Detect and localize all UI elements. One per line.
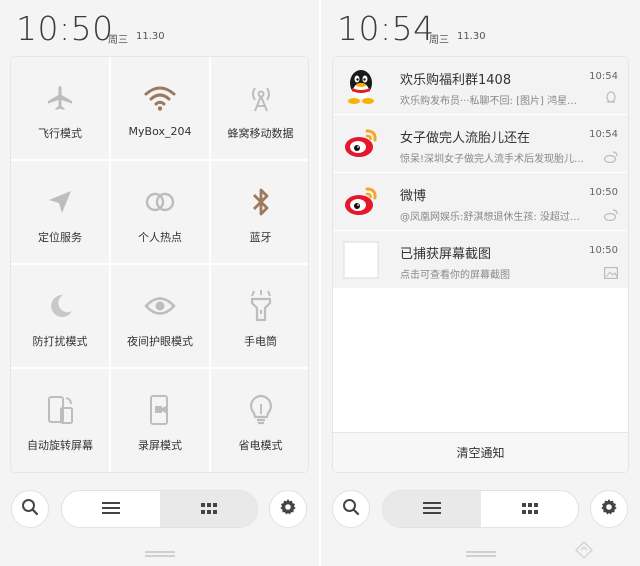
- grid-icon: [201, 500, 217, 519]
- airplane-icon: [11, 81, 109, 115]
- notification-time: 10:54: [589, 71, 618, 82]
- cellular-icon: [211, 81, 308, 115]
- clock: 10:50: [16, 9, 114, 48]
- view-switch: [382, 490, 579, 528]
- image-badge-icon: [604, 264, 619, 280]
- notification-title: 已捕获屏幕截图: [400, 247, 492, 262]
- notification-subtitle: 惊呆!深圳女子做完人流手术后发现胎儿还在: [400, 154, 586, 165]
- grid-icon: [522, 500, 538, 519]
- bottom-bar: [0, 486, 319, 536]
- wifi-icon: [111, 81, 209, 115]
- gear-icon: [600, 498, 618, 520]
- quick-settings-grid: 飞行模式 MyBox_204 蜂窝移动数据 定位服务 个人热点 蓝牙 防打扰模式…: [10, 56, 309, 473]
- toggles-tab[interactable]: [481, 491, 578, 527]
- bluetooth-icon: [211, 185, 308, 219]
- notifications-tab[interactable]: [62, 491, 160, 527]
- notifications-panel: 10:54 周三 11.30 欢乐购福利群1408 欢乐购发布员···私聊不回:…: [321, 0, 640, 566]
- drag-handle[interactable]: [145, 551, 175, 557]
- tile-label: MyBox_204: [128, 125, 192, 138]
- eye-icon: [111, 289, 209, 323]
- notification-title: 欢乐购福利群1408: [400, 73, 512, 88]
- tile-power-saving[interactable]: 省电模式: [211, 369, 308, 472]
- tile-label: 定位服务: [38, 231, 82, 244]
- notification-time: 10:50: [589, 245, 618, 256]
- search-icon: [342, 498, 360, 520]
- weibo-icon: [343, 125, 379, 161]
- tile-airplane-mode[interactable]: 飞行模式: [11, 57, 110, 160]
- drag-handle[interactable]: [466, 551, 496, 557]
- notification-item[interactable]: 微博 @凤凰网娱乐:舒淇想退休生孩: 没超过40岁 10:50: [333, 173, 628, 231]
- screen-record-icon: [111, 393, 209, 427]
- qq-badge-icon: [604, 90, 618, 103]
- list-icon: [423, 500, 441, 519]
- hotspot-icon: [111, 185, 209, 219]
- view-switch: [61, 490, 258, 528]
- weibo-badge-icon: [603, 206, 618, 222]
- notification-list: 欢乐购福利群1408 欢乐购发布员···私聊不回: [图片] 鸿星尔克运动T恤 …: [332, 56, 629, 473]
- status-header: 10:54 周三 11.30: [321, 0, 640, 56]
- weekday: 周三: [429, 35, 449, 46]
- tile-label: 手电筒: [244, 335, 277, 348]
- weekday: 周三: [108, 35, 128, 46]
- tile-label: 飞行模式: [38, 127, 82, 140]
- tile-label: 录屏模式: [138, 439, 182, 452]
- notification-title: 女子做完人流胎儿还在: [400, 131, 531, 146]
- tile-label: 自动旋转屏幕: [27, 439, 93, 452]
- tile-bluetooth[interactable]: 蓝牙: [211, 161, 308, 264]
- bulb-icon: [211, 393, 308, 427]
- weibo-icon: [343, 183, 379, 219]
- gear-icon: [279, 498, 297, 520]
- quick-settings-panel: 10:50 周三 11.30 飞行模式 MyBox_204 蜂窝移动数据 定位服…: [0, 0, 319, 566]
- notification-item[interactable]: 欢乐购福利群1408 欢乐购发布员···私聊不回: [图片] 鸿星尔克运动T恤 …: [333, 57, 628, 115]
- qq-icon: [343, 67, 379, 104]
- tile-label: 个人热点: [138, 231, 182, 244]
- tile-label: 防打扰模式: [32, 335, 88, 348]
- flashlight-icon: [211, 289, 308, 323]
- list-icon: [102, 500, 120, 519]
- tile-auto-rotate[interactable]: 自动旋转屏幕: [11, 369, 110, 472]
- tile-screen-record[interactable]: 录屏模式: [111, 369, 210, 472]
- watermark-logo: [572, 538, 632, 562]
- settings-button[interactable]: [269, 490, 307, 528]
- bottom-bar: [321, 486, 640, 536]
- tile-wifi[interactable]: MyBox_204: [111, 57, 210, 160]
- moon-icon: [11, 289, 109, 323]
- notification-title: 微博: [400, 189, 427, 204]
- date: 11.30: [457, 31, 486, 42]
- notification-item[interactable]: 已捕获屏幕截图 点击可查看你的屏幕截图 10:50: [333, 231, 628, 289]
- notification-time: 10:54: [589, 129, 618, 140]
- settings-button[interactable]: [590, 490, 628, 528]
- notification-subtitle: @凤凰网娱乐:舒淇想退休生孩: 没超过40岁: [400, 212, 586, 223]
- notifications-tab[interactable]: [383, 491, 481, 527]
- search-button[interactable]: [332, 490, 370, 528]
- tile-label: 省电模式: [238, 439, 283, 452]
- tile-night-eye-mode[interactable]: 夜间护眼模式: [111, 265, 210, 368]
- tile-label: 蜂窝移动数据: [227, 127, 294, 140]
- tile-flashlight[interactable]: 手电筒: [211, 265, 308, 368]
- tile-cellular-data[interactable]: 蜂窝移动数据: [211, 57, 308, 160]
- toggles-tab[interactable]: [160, 491, 257, 527]
- location-icon: [11, 185, 109, 219]
- status-header: 10:50 周三 11.30: [0, 0, 319, 56]
- search-button[interactable]: [11, 490, 49, 528]
- clock: 10:54: [337, 9, 435, 48]
- tile-location[interactable]: 定位服务: [11, 161, 110, 264]
- notification-time: 10:50: [589, 187, 618, 198]
- clear-notifications-button[interactable]: 清空通知: [333, 432, 628, 472]
- notification-subtitle: 点击可查看你的屏幕截图: [400, 270, 510, 281]
- notification-subtitle: 欢乐购发布员···私聊不回: [图片] 鸿星尔克运动T恤: [400, 96, 586, 107]
- tile-label: 夜间护眼模式: [127, 335, 193, 348]
- notification-item[interactable]: 女子做完人流胎儿还在 惊呆!深圳女子做完人流手术后发现胎儿还在 10:54: [333, 115, 628, 173]
- screenshot-thumbnail: [343, 241, 379, 279]
- search-icon: [21, 498, 39, 520]
- tile-hotspot[interactable]: 个人热点: [111, 161, 210, 264]
- tile-do-not-disturb[interactable]: 防打扰模式: [11, 265, 110, 368]
- weibo-badge-icon: [603, 148, 618, 164]
- tile-label: 蓝牙: [249, 231, 272, 244]
- rotate-icon: [11, 393, 109, 427]
- date: 11.30: [136, 31, 165, 42]
